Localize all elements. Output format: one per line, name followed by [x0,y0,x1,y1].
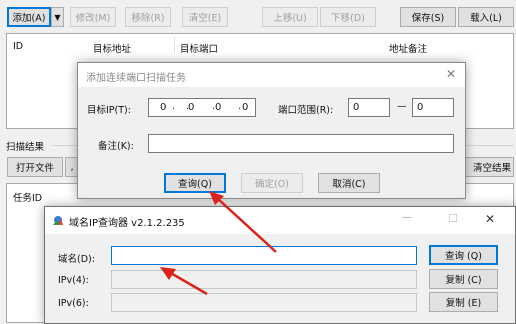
annotation-arrows [160,191,277,296]
arrow-to-query-button [209,191,277,253]
arrow-to-domain-input [160,267,208,296]
